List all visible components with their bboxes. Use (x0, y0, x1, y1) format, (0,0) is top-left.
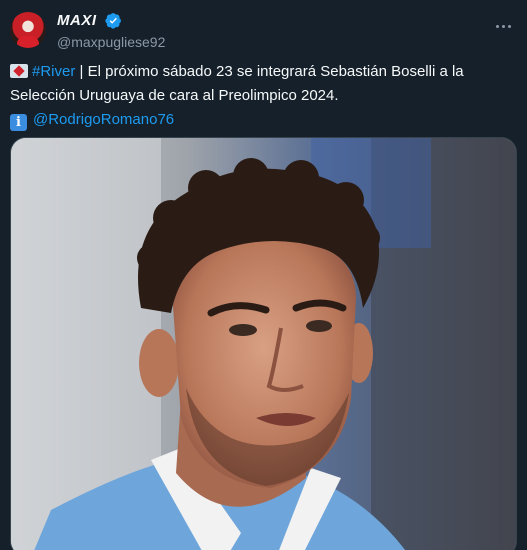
hashtag-link[interactable]: #River (32, 63, 75, 80)
author-display-name[interactable]: MAXI (57, 12, 97, 29)
mention-link[interactable]: @RodrigoRomano76 (33, 111, 174, 128)
avatar-shirt (17, 36, 39, 48)
dot (507, 24, 511, 28)
info-icon: i (10, 114, 27, 131)
tweet-text-line-2: Selección Uruguaya de cara al Preolimpic… (10, 87, 339, 104)
author-handle[interactable]: @maxpugliese92 (57, 34, 165, 50)
avatar[interactable] (10, 12, 46, 48)
tweet-header: MAXI @maxpugliese92 (10, 10, 517, 52)
author-block[interactable]: MAXI @maxpugliese92 (57, 12, 165, 50)
player-photo (11, 138, 516, 550)
tweet-text-line-1: #River | El próximo sábado 23 se integra… (10, 60, 517, 84)
verified-badge-icon (105, 13, 121, 29)
tweet-text-line1-rest: | El próximo sábado 23 se integrará Seba… (75, 63, 464, 80)
tweet-text: #River | El próximo sábado 23 se integra… (10, 60, 517, 132)
peru-club-flag-icon (10, 64, 28, 78)
tweet-card: MAXI @maxpugliese92 #River | El próximo … (0, 0, 527, 550)
more-dots-icon[interactable] (493, 16, 513, 36)
dot (501, 24, 505, 28)
dot (495, 24, 499, 28)
tweet-text-line-3: i @RodrigoRomano76 (10, 108, 517, 132)
tweet-media-photo[interactable] (10, 137, 517, 550)
